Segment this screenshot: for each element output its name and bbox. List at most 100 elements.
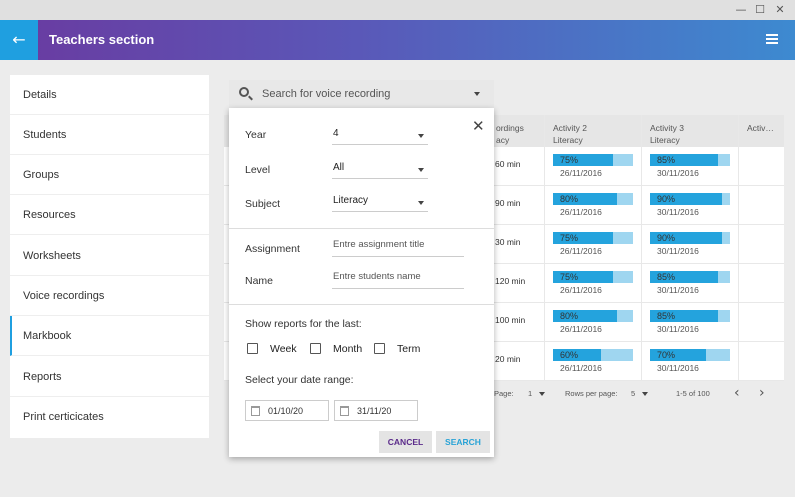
score-percent: 80% [560,194,579,204]
score-percent: 75% [560,155,579,165]
sidebar-item-markbook[interactable]: Markbook [10,316,209,356]
score-date: 26/11/2016 [560,324,602,334]
activity-score-cell[interactable]: 75% 26/11/2016 [553,154,633,178]
week-label[interactable]: Week [270,343,297,355]
prev-page-icon[interactable]: ‹ [734,385,740,401]
activity-score-cell[interactable]: 70% 30/11/2016 [650,349,730,373]
assignment-input[interactable]: Entre assignment title [332,238,464,257]
header-recordings: ordings acy [496,123,524,145]
score-progress-bar: 75% [553,271,633,283]
score-percent: 85% [657,155,676,165]
page-title: Teachers section [49,32,155,47]
sidebar-item-resources[interactable]: Resources [10,195,209,235]
back-arrow-icon[interactable]: ← [0,20,38,60]
level-select[interactable]: All [332,160,428,179]
close-icon[interactable]: ✕ [472,119,485,134]
calendar-icon [251,406,260,416]
score-progress-bar: 90% [650,232,730,244]
sidebar-item-print-certificates[interactable]: Print certicicates [10,397,209,437]
rows-per-page-select[interactable]: 5 [631,389,635,398]
divider [229,228,494,229]
activity-score-cell[interactable]: 80% 26/11/2016 [553,310,633,334]
score-percent: 85% [657,272,676,282]
minimize-icon[interactable]: — [734,3,748,17]
recording-duration: 60 min [495,159,521,169]
score-date: 26/11/2016 [560,168,602,178]
date-to-field[interactable]: 31/11/20 [334,400,418,421]
recording-duration: 30 min [495,237,521,247]
sidebar-item-worksheets[interactable]: Worksheets [10,236,209,276]
score-progress-bar: 70% [650,349,730,361]
activity-score-cell[interactable]: 75% 26/11/2016 [553,271,633,295]
score-percent: 85% [657,311,676,321]
score-progress-bar: 85% [650,154,730,166]
sidebar: Details Students Groups Resources Worksh… [10,75,209,438]
recording-duration: 120 min [495,276,526,286]
month-label[interactable]: Month [333,343,362,355]
recording-duration: 100 min [495,315,526,325]
subject-select[interactable]: Literacy [332,193,428,212]
next-page-icon[interactable]: › [759,385,765,401]
header-activity-2[interactable]: Activity 2 Literacy [553,122,587,146]
assignment-label: Assignment [245,243,300,255]
level-label: Level [245,164,271,176]
activity-score-cell[interactable]: 60% 26/11/2016 [553,349,633,373]
score-date: 30/11/2016 [657,246,699,256]
menu-list-icon[interactable] [766,34,778,44]
search-button[interactable]: SEARCH [436,431,490,453]
week-checkbox[interactable] [247,343,258,354]
cancel-button[interactable]: CANCEL [379,431,432,453]
sidebar-item-students[interactable]: Students [10,115,209,155]
activity-score-cell[interactable]: 85% 30/11/2016 [650,154,730,178]
sidebar-item-voice-recordings[interactable]: Voice recordings [10,276,209,316]
close-window-icon[interactable]: ✕ [773,3,787,17]
activity-score-cell[interactable]: 90% 30/11/2016 [650,193,730,217]
score-progress-bar: 75% [553,232,633,244]
year-select[interactable]: 4 [332,126,428,145]
search-dropdown-icon[interactable] [474,92,480,96]
score-percent: 75% [560,272,579,282]
sidebar-item-groups[interactable]: Groups [10,155,209,195]
score-date: 30/11/2016 [657,168,699,178]
activity-score-cell[interactable]: 90% 30/11/2016 [650,232,730,256]
score-percent: 70% [657,350,676,360]
header-activity-4[interactable]: Activ… [747,122,774,134]
page-dropdown-icon[interactable] [539,392,545,396]
search-bar[interactable]: Search for voice recording [229,80,494,108]
chevron-down-icon [418,168,424,172]
score-progress-bar: 85% [650,271,730,283]
score-progress-bar: 80% [553,193,633,205]
chevron-down-icon [418,134,424,138]
page-label: Page: [494,389,514,398]
activity-score-cell[interactable]: 85% 30/11/2016 [650,271,730,295]
name-label: Name [245,275,274,287]
recording-duration: 90 min [495,198,521,208]
activity-score-cell[interactable]: 75% 26/11/2016 [553,232,633,256]
term-label[interactable]: Term [397,343,420,355]
reports-period-label: Show reports for the last: [245,318,362,330]
date-from-field[interactable]: 01/10/20 [245,400,329,421]
header-activity-3[interactable]: Activity 3 Literacy [650,122,684,146]
student-name-input[interactable]: Entre students name [332,270,464,289]
sidebar-item-reports[interactable]: Reports [10,357,209,397]
rows-dropdown-icon[interactable] [642,392,648,396]
score-percent: 75% [560,233,579,243]
page-select[interactable]: 1 [528,389,532,398]
month-checkbox[interactable] [310,343,321,354]
sidebar-item-details[interactable]: Details [10,75,209,115]
maximize-icon[interactable]: ☐ [753,3,767,17]
term-checkbox[interactable] [374,343,385,354]
table-pagination: Page: 1 Rows per page: 5 1-5 of 100 ‹ › [494,385,784,401]
pagination-range: 1-5 of 100 [676,389,710,398]
search-icon [239,87,249,97]
activity-score-cell[interactable]: 80% 26/11/2016 [553,193,633,217]
year-label: Year [245,129,267,141]
recording-duration: 20 min [495,354,521,364]
search-input[interactable]: Search for voice recording [262,88,390,100]
divider [229,304,494,305]
score-progress-bar: 85% [650,310,730,322]
activity-score-cell[interactable]: 85% 30/11/2016 [650,310,730,334]
score-date: 26/11/2016 [560,285,602,295]
subject-label: Subject [245,198,281,210]
score-progress-bar: 80% [553,310,633,322]
